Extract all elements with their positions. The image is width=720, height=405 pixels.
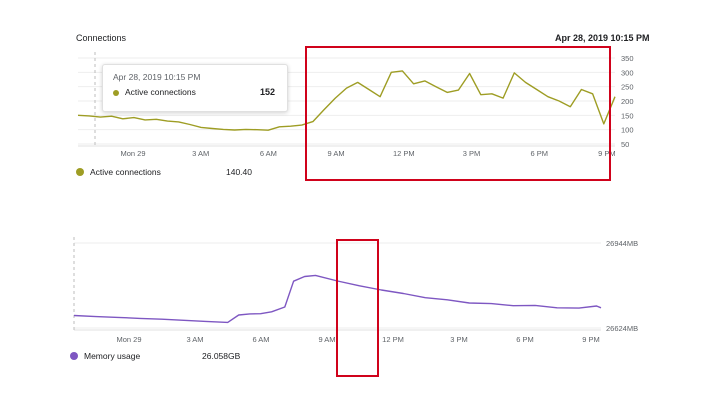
- x-tick-label: 9 AM: [318, 335, 335, 344]
- y-tick-label: 350: [621, 54, 634, 63]
- tooltip-series-value: 152: [259, 87, 275, 97]
- x-tick-label: 6 AM: [252, 335, 269, 344]
- tooltip-series-label: Active connections: [125, 87, 196, 97]
- y-tick-label: 250: [621, 83, 634, 92]
- connections-legend-value: 140.40: [226, 167, 252, 177]
- connections-legend-dot: [76, 168, 84, 176]
- x-tick-label: 6 PM: [516, 335, 534, 344]
- highlight-box-connections: [305, 46, 611, 181]
- connections-legend-label: Active connections: [90, 167, 161, 177]
- y-tick-label: 200: [621, 97, 634, 106]
- x-tick-label: 3 AM: [192, 149, 209, 158]
- y-tick-label: 50: [621, 140, 629, 149]
- x-tick-label: Mon 29: [120, 149, 145, 158]
- x-tick-label: 12 PM: [382, 335, 404, 344]
- chart-tooltip: Apr 28, 2019 10:15 PM Active connections…: [102, 64, 288, 112]
- x-tick-label: 3 AM: [186, 335, 203, 344]
- y-tick-label: 300: [621, 68, 634, 77]
- x-tick-label: Mon 29: [116, 335, 141, 344]
- tooltip-series-dot: [113, 90, 119, 96]
- memory-legend-value: 26.058GB: [202, 351, 241, 361]
- connections-legend[interactable]: Active connections 140.40: [76, 167, 276, 179]
- y-tick-label: 150: [621, 111, 634, 120]
- x-tick-label: 9 PM: [582, 335, 600, 344]
- y-tick-label: 100: [621, 126, 634, 135]
- highlight-box-memory: [336, 239, 379, 377]
- x-tick-label: 3 PM: [450, 335, 468, 344]
- memory-legend[interactable]: Memory usage 26.058GB: [70, 351, 270, 363]
- memory-legend-label: Memory usage: [84, 351, 141, 361]
- tooltip-date: Apr 28, 2019 10:15 PM: [113, 72, 201, 82]
- memory-legend-dot: [70, 352, 78, 360]
- x-tick-label: 6 AM: [260, 149, 277, 158]
- y-tick-label: 26944MB: [606, 239, 638, 248]
- y-tick-label: 26624MB: [606, 324, 638, 333]
